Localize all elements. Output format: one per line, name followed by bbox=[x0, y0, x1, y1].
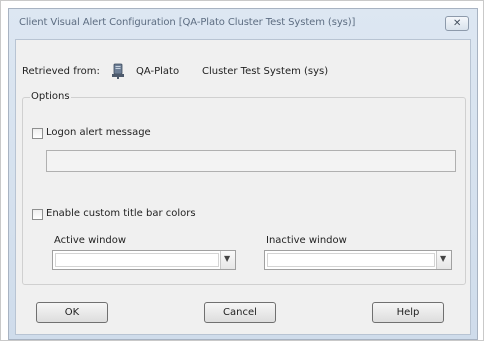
active-window-color-value bbox=[55, 253, 219, 267]
inactive-window-color-select[interactable]: ▼ bbox=[264, 250, 452, 270]
cancel-button[interactable]: Cancel bbox=[204, 302, 276, 323]
custom-title-colors-label[interactable]: Enable custom title bar colors bbox=[46, 208, 196, 219]
close-icon: ✕ bbox=[453, 18, 462, 29]
active-window-color-select[interactable]: ▼ bbox=[52, 250, 236, 270]
custom-title-colors-checkbox[interactable] bbox=[32, 209, 43, 220]
active-window-dropdown-button[interactable]: ▼ bbox=[220, 251, 235, 269]
options-legend: Options bbox=[30, 91, 71, 102]
chevron-down-icon: ▼ bbox=[224, 254, 231, 263]
client-visual-alert-dialog: Client Visual Alert Configuration [QA-Pl… bbox=[8, 8, 478, 340]
ok-button[interactable]: OK bbox=[36, 302, 108, 323]
logon-alert-checkbox[interactable] bbox=[32, 128, 43, 139]
title-bar[interactable]: Client Visual Alert Configuration [QA-Pl… bbox=[9, 9, 477, 39]
server-name: QA-Plato bbox=[136, 66, 180, 77]
help-button[interactable]: Help bbox=[372, 302, 444, 323]
retrieved-from-label: Retrieved from: bbox=[22, 66, 100, 77]
inactive-window-color-value bbox=[267, 253, 435, 267]
inactive-window-label: Inactive window bbox=[266, 235, 347, 246]
server-icon bbox=[112, 63, 124, 79]
active-window-label: Active window bbox=[54, 235, 127, 246]
chevron-down-icon: ▼ bbox=[440, 254, 447, 263]
logon-alert-message-field[interactable] bbox=[46, 150, 456, 172]
logon-alert-label[interactable]: Logon alert message bbox=[46, 127, 151, 138]
close-button[interactable]: ✕ bbox=[445, 16, 469, 31]
dialog-client-area: Retrieved from: QA-Plato Cluster Test Sy… bbox=[15, 39, 471, 335]
inactive-window-dropdown-button[interactable]: ▼ bbox=[436, 251, 451, 269]
window-title: Client Visual Alert Configuration [QA-Pl… bbox=[19, 17, 356, 28]
cluster-name: Cluster Test System (sys) bbox=[202, 66, 329, 77]
